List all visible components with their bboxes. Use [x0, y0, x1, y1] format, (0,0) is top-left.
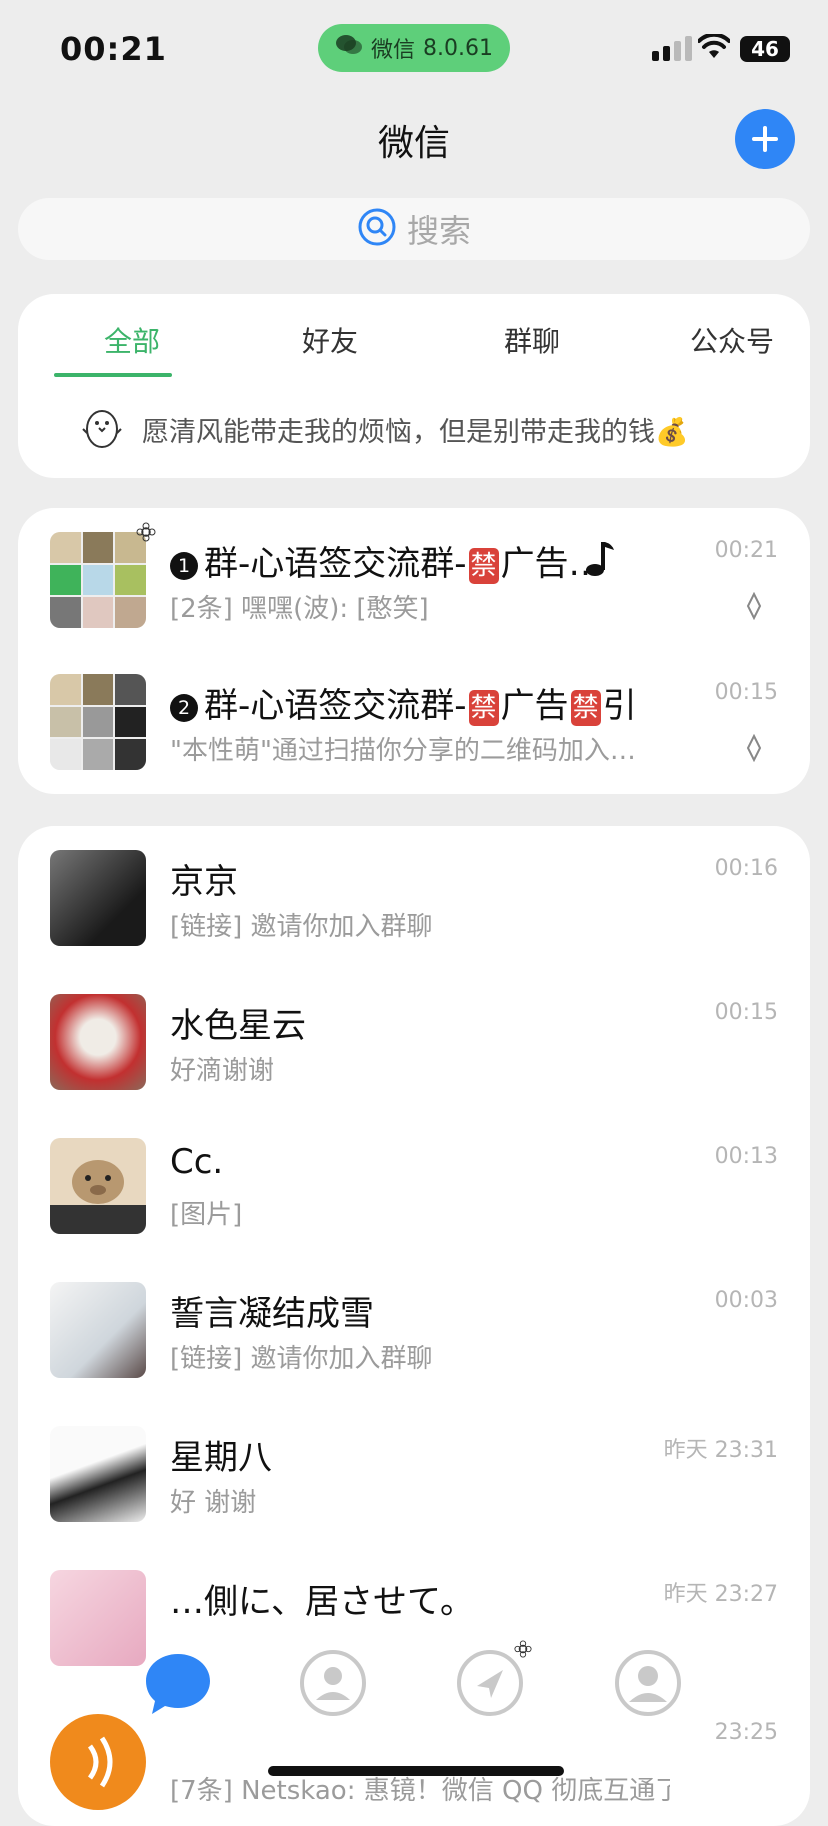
cellular-signal-icon: [652, 36, 692, 61]
me-tab-icon[interactable]: [613, 1648, 683, 1718]
flower-icon: [514, 1640, 532, 1662]
group-avatar: [50, 674, 146, 770]
chat-time: 00:16: [714, 856, 778, 881]
chat-time: 00:15: [714, 680, 778, 705]
chat-name-prefix: 群-心语签交流群-: [204, 686, 467, 726]
group-avatar: [50, 532, 146, 628]
chat-preview: 好滴谢谢: [170, 1056, 275, 1086]
pin-number-badge: 2: [170, 693, 198, 722]
chat-time: 00:21: [714, 538, 778, 563]
ban-badge: 禁: [570, 689, 601, 726]
active-tab-underline: [54, 373, 172, 377]
search-icon: [357, 207, 397, 251]
list-item[interactable]: 京京 [链接] 邀请你加入群聊 00:16: [18, 826, 810, 970]
wifi-icon: [697, 32, 731, 64]
chat-preview: [链接] 邀请你加入群聊: [170, 912, 433, 942]
mute-diamond-icon: [746, 733, 762, 766]
list-item[interactable]: 星期八 好 谢谢 昨天 23:31: [18, 1402, 810, 1546]
chat-time: 00:13: [714, 1144, 778, 1169]
search-bar[interactable]: 搜索: [18, 198, 810, 260]
status-time: 00:21: [60, 30, 167, 68]
avatar: [50, 1138, 146, 1234]
avatar: [50, 850, 146, 946]
chat-name: 1 群-心语签交流群- 禁广告…: [170, 536, 603, 585]
tab-all[interactable]: 全部: [104, 320, 160, 360]
list-item[interactable]: 2 群-心语签交流群- 禁广告禁引 "本性萌"通过扫描你分享的二维码加入… 00:1…: [18, 650, 810, 794]
chat-time: 00:15: [714, 1000, 778, 1025]
filter-tabs: 全部 好友 群聊 公众号: [18, 294, 810, 382]
flower-icon: [136, 522, 156, 546]
penguin-icon: [82, 405, 122, 453]
chat-preview: [图片]: [170, 1200, 243, 1230]
tab-groups[interactable]: 群聊: [504, 320, 560, 360]
chat-name: Cc.: [170, 1142, 224, 1182]
home-indicator[interactable]: [268, 1766, 564, 1776]
motto-row: 愿清风能带走我的烦恼，但是别带走我的钱💰: [18, 394, 810, 464]
list-item[interactable]: 誓言凝结成雪 [链接] 邀请你加入群聊 00:03: [18, 1258, 810, 1402]
list-item[interactable]: 1 群-心语签交流群- 禁广告… [2条] 嘿嘿(波): [憨笑] 00:21: [18, 508, 810, 652]
chat-name-tail: 引: [602, 686, 637, 726]
app-version: 8.0.61: [423, 35, 493, 61]
tab-friends[interactable]: 好友: [302, 320, 358, 360]
chat-name-suffix: 广告: [500, 686, 569, 726]
chat-name: 2 群-心语签交流群- 禁广告禁引: [170, 678, 637, 727]
avatar: [50, 1282, 146, 1378]
chat-name: 水色星云: [170, 1006, 306, 1046]
chat-time: 昨天 23:31: [663, 1438, 778, 1463]
app-name: 微信: [371, 38, 416, 63]
avatar: [50, 1426, 146, 1522]
search-label: 搜索: [406, 212, 471, 250]
chat-preview: [链接] 邀请你加入群聊: [170, 1344, 433, 1374]
list-item[interactable]: Cc. [图片] 00:13: [18, 1114, 810, 1258]
mute-diamond-icon: [746, 591, 762, 624]
battery-indicator: 46: [740, 36, 790, 62]
ban-badge: 禁: [468, 689, 499, 726]
avatar: [50, 994, 146, 1090]
list-item[interactable]: 水色星云 好滴谢谢 00:15: [18, 970, 810, 1114]
chat-name: 誓言凝结成雪: [170, 1294, 374, 1334]
chat-name: 京京: [170, 862, 238, 902]
motto-text: 愿清风能带走我的烦恼，但是别带走我的钱💰: [142, 416, 689, 448]
chat-name-prefix: 群-心语签交流群-: [204, 544, 467, 584]
pin-number-badge: 1: [170, 551, 198, 580]
page-title: 微信: [377, 123, 450, 164]
chat-preview: 好 谢谢: [170, 1488, 257, 1518]
ban-badge: 禁: [468, 547, 499, 584]
status-bar: 00:21 微信 8.0.61 46: [0, 0, 828, 96]
contacts-tab-icon[interactable]: [298, 1648, 368, 1718]
music-note-icon: [584, 538, 616, 582]
filter-card: 全部 好友 群聊 公众号 愿清风能带走我的烦恼，但是别带走我的钱💰: [18, 294, 810, 478]
chat-name: 星期八: [170, 1438, 272, 1478]
chat-time: 00:03: [714, 1288, 778, 1313]
wechat-icon: [335, 33, 363, 63]
pinned-chats-card: 1 群-心语签交流群- 禁广告… [2条] 嘿嘿(波): [憨笑] 00:21 2群…: [18, 508, 810, 794]
app-indicator-pill[interactable]: 微信 8.0.61: [318, 24, 510, 72]
chat-preview: [2条] 嘿嘿(波): [憨笑]: [170, 594, 429, 624]
chat-preview: "本性萌"通过扫描你分享的二维码加入…: [170, 736, 636, 766]
tab-official-accounts[interactable]: 公众号: [690, 320, 774, 360]
add-button[interactable]: [735, 109, 795, 169]
chats-tab-icon[interactable]: [142, 1648, 212, 1718]
bottom-tab-bar: [0, 1600, 828, 1760]
